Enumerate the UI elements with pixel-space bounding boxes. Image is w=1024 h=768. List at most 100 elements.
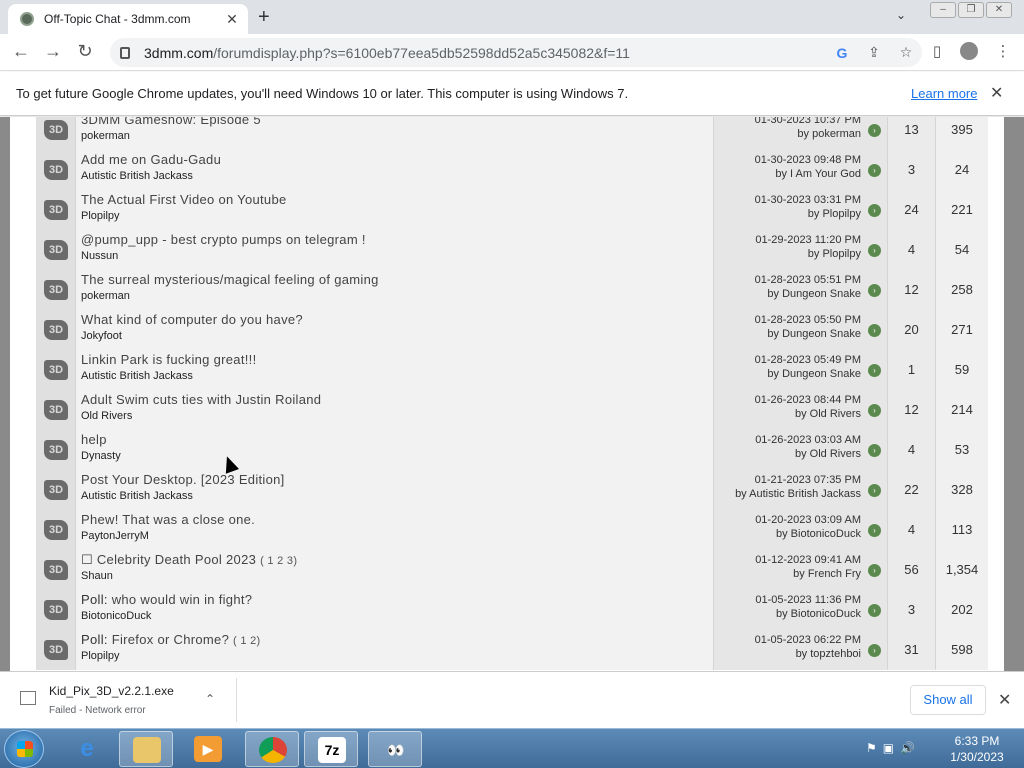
thread-title-link[interactable]: Post Your Desktop. [2023 Edition] xyxy=(81,472,285,487)
page-viewport[interactable]: 3D 3DMM Gameshow: Episode 5 pokerman 01-30-… xyxy=(0,117,1024,671)
7zip-taskbar-button[interactable]: 7z xyxy=(304,731,358,767)
thread-author[interactable]: Nussun xyxy=(81,250,713,262)
replies-count[interactable]: 1 xyxy=(888,350,936,390)
last-post-by[interactable]: by topztehboi xyxy=(796,648,861,660)
go-to-last-post-icon[interactable]: › xyxy=(868,364,881,377)
thread-author[interactable]: BiotonicoDuck xyxy=(81,610,713,622)
go-to-last-post-icon[interactable]: › xyxy=(868,404,881,417)
replies-count[interactable]: 4 xyxy=(888,510,936,550)
thread-title-link[interactable]: Phew! That was a close one. xyxy=(81,512,255,527)
menu-icon[interactable]: ⋮ xyxy=(992,42,1014,60)
go-to-last-post-icon[interactable]: › xyxy=(868,444,881,457)
go-to-last-post-icon[interactable]: › xyxy=(868,244,881,257)
last-post-by[interactable]: by pokerman xyxy=(797,128,861,140)
lock-icon[interactable] xyxy=(120,46,130,59)
reload-icon[interactable]: ↻ xyxy=(74,41,96,62)
thread-pages[interactable]: ( 1 2) xyxy=(233,635,260,647)
last-post-by[interactable]: by Old Rivers xyxy=(795,408,861,420)
go-to-last-post-icon[interactable]: › xyxy=(868,124,881,137)
infobar-close-icon[interactable]: ✕ xyxy=(990,83,1003,103)
browser-tab[interactable]: Off-Topic Chat - 3dmm.com ✕ xyxy=(8,4,248,34)
thread-author[interactable]: Jokyfoot xyxy=(81,330,713,342)
learn-more-link[interactable]: Learn more xyxy=(911,86,977,101)
google-icon[interactable]: G xyxy=(826,45,858,61)
thread-author[interactable]: Autistic British Jackass xyxy=(81,370,713,382)
close-tab-icon[interactable]: ✕ xyxy=(224,11,240,28)
share-icon[interactable]: ⇪ xyxy=(858,44,890,61)
go-to-last-post-icon[interactable]: › xyxy=(868,284,881,297)
thread-title-link[interactable]: Adult Swim cuts ties with Justin Roiland xyxy=(81,392,321,407)
thread-author[interactable]: Old Rivers xyxy=(81,410,713,422)
thread-title-link[interactable]: @pump_upp - best crypto pumps on telegra… xyxy=(81,232,366,247)
url-text[interactable]: 3dmm.com/forumdisplay.php?s=6100eb77eea5… xyxy=(144,45,826,61)
thread-title-link[interactable]: The Actual First Video on Youtube xyxy=(81,192,287,207)
go-to-last-post-icon[interactable]: › xyxy=(868,164,881,177)
replies-count[interactable]: 12 xyxy=(888,270,936,310)
last-post-by[interactable]: by Dungeon Snake xyxy=(767,328,861,340)
last-post-by[interactable]: by Old Rivers xyxy=(795,448,861,460)
go-to-last-post-icon[interactable]: › xyxy=(868,324,881,337)
thread-title-link[interactable]: What kind of computer do you have? xyxy=(81,312,303,327)
thread-author[interactable]: pokerman xyxy=(81,130,713,142)
explorer-taskbar-button[interactable] xyxy=(119,731,173,767)
last-post-by[interactable]: by Dungeon Snake xyxy=(767,288,861,300)
thread-title-link[interactable]: who would win in fight? xyxy=(112,592,253,607)
go-to-last-post-icon[interactable]: › xyxy=(868,484,881,497)
replies-count[interactable]: 22 xyxy=(888,470,936,510)
last-post-by[interactable]: by Plopilpy xyxy=(808,248,861,260)
back-icon[interactable]: ← xyxy=(10,41,32,62)
thread-author[interactable]: Shaun xyxy=(81,570,713,582)
last-post-by[interactable]: by Dungeon Snake xyxy=(767,368,861,380)
replies-count[interactable]: 3 xyxy=(888,590,936,630)
thread-title-link[interactable]: Linkin Park is fucking great!!! xyxy=(81,352,257,367)
ie-taskbar-button[interactable]: e xyxy=(60,731,114,767)
close-window-icon[interactable]: ✕ xyxy=(986,2,1012,18)
replies-count[interactable]: 13 xyxy=(888,117,936,150)
last-post-by[interactable]: by BiotonicoDuck xyxy=(776,528,861,540)
replies-count[interactable]: 3 xyxy=(888,150,936,190)
thread-author[interactable]: Dynasty xyxy=(81,450,713,462)
profile-icon[interactable] xyxy=(958,42,980,64)
go-to-last-post-icon[interactable]: › xyxy=(868,204,881,217)
thread-title-link[interactable]: help xyxy=(81,432,107,447)
chrome-taskbar-button[interactable] xyxy=(245,731,299,767)
last-post-by[interactable]: by BiotonicoDuck xyxy=(776,608,861,620)
last-post-by[interactable]: by Plopilpy xyxy=(808,208,861,220)
last-post-by[interactable]: by I Am Your God xyxy=(775,168,861,180)
thread-author[interactable]: Autistic British Jackass xyxy=(81,170,713,182)
replies-count[interactable]: 4 xyxy=(888,230,936,270)
thread-title-link[interactable]: The surreal mysterious/magical feeling o… xyxy=(81,272,379,287)
eyes-taskbar-button[interactable]: 👀 xyxy=(368,731,422,767)
replies-count[interactable]: 4 xyxy=(888,430,936,470)
download-filename[interactable]: Kid_Pix_3D_v2.2.1.exe xyxy=(49,684,174,698)
replies-count[interactable]: 20 xyxy=(888,310,936,350)
maximize-icon[interactable]: ❐ xyxy=(958,2,984,18)
thread-title-link[interactable]: Firefox or Chrome? xyxy=(112,632,229,647)
thread-title-link[interactable]: 3DMM Gameshow: Episode 5 xyxy=(81,117,261,127)
go-to-last-post-icon[interactable]: › xyxy=(868,604,881,617)
thread-title-link[interactable]: ☐ Celebrity Death Pool 2023 xyxy=(81,552,256,567)
replies-count[interactable]: 12 xyxy=(888,390,936,430)
new-tab-icon[interactable]: + xyxy=(258,6,270,29)
taskbar-clock[interactable]: 6:33 PM 1/30/2023 xyxy=(942,733,1012,765)
start-button[interactable] xyxy=(4,730,44,768)
thread-author[interactable]: Plopilpy xyxy=(81,650,713,662)
thread-author[interactable]: PaytonJerryM xyxy=(81,530,713,542)
thread-author[interactable]: pokerman xyxy=(81,290,713,302)
thread-author[interactable]: Autistic British Jackass xyxy=(81,490,713,502)
last-post-by[interactable]: by French Fry xyxy=(793,568,861,580)
replies-count[interactable]: 56 xyxy=(888,550,936,590)
replies-count[interactable]: 24 xyxy=(888,190,936,230)
chevron-up-icon[interactable]: ⌃ xyxy=(205,692,215,706)
go-to-last-post-icon[interactable]: › xyxy=(868,564,881,577)
shelf-close-icon[interactable]: ✕ xyxy=(998,690,1011,710)
go-to-last-post-icon[interactable]: › xyxy=(868,644,881,657)
thread-title-link[interactable]: Add me on Gadu-Gadu xyxy=(81,152,221,167)
bookmark-star-icon[interactable]: ☆ xyxy=(890,44,922,61)
side-panel-icon[interactable]: ▯ xyxy=(926,42,948,60)
address-bar[interactable]: 3dmm.com/forumdisplay.php?s=6100eb77eea5… xyxy=(110,38,922,67)
go-to-last-post-icon[interactable]: › xyxy=(868,524,881,537)
thread-author[interactable]: Plopilpy xyxy=(81,210,713,222)
last-post-by[interactable]: by Autistic British Jackass xyxy=(735,488,861,500)
tab-search-chevron-icon[interactable]: ⌄ xyxy=(896,8,906,22)
